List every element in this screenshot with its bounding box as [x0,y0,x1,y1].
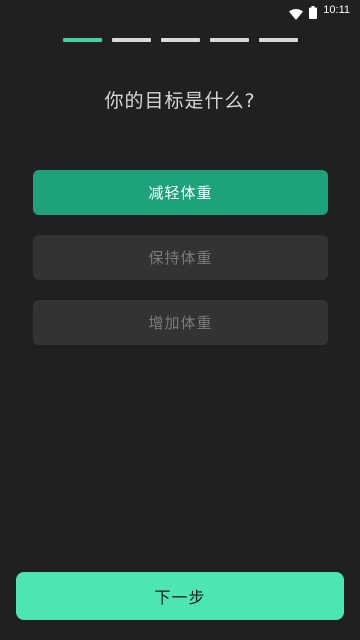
wifi-icon [289,5,304,20]
question-title: 你的目标是什么? [104,90,256,112]
progress-step-3 [161,38,200,42]
option-maintain-weight-button[interactable]: 保持体重 [33,235,328,280]
option-lose-weight-button[interactable]: 减轻体重 [33,170,328,215]
status-bar: 10:11 [0,0,360,20]
progress-step-1 [63,38,102,42]
status-time: 10:11 [323,4,350,16]
progress-step-5 [259,38,298,42]
progress-step-2 [112,38,151,42]
next-button[interactable]: 下一步 [16,572,344,620]
screen: 10:11 你的目标是什么? 减轻体重 保持体重 增加体重 下一步 [0,0,360,640]
option-gain-weight-button[interactable]: 增加体重 [33,300,328,345]
battery-icon [309,4,318,19]
progress-steps [63,38,298,42]
progress-step-4 [210,38,249,42]
